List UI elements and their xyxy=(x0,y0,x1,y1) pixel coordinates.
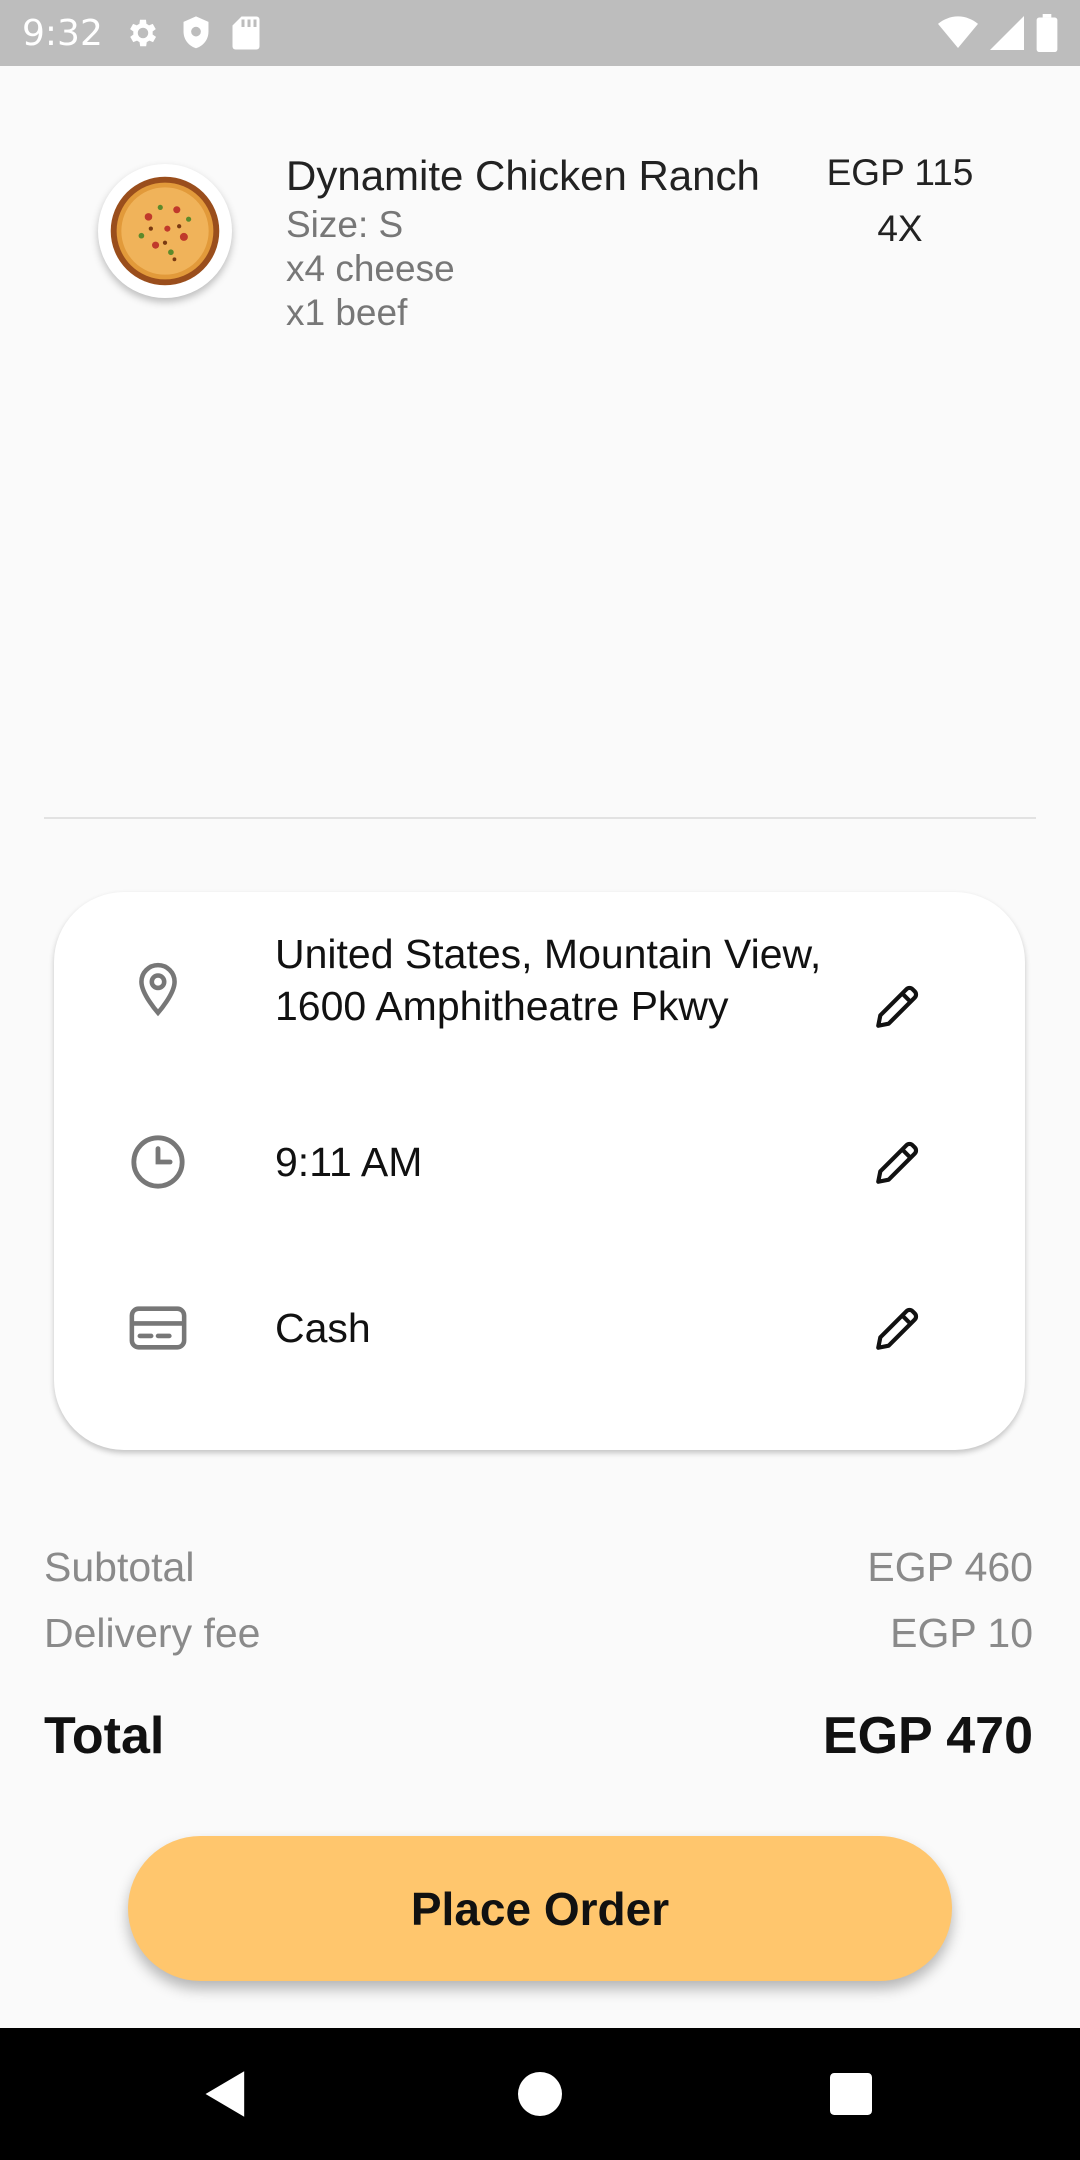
edit-payment-button[interactable] xyxy=(862,1294,932,1364)
total-row: Total EGP 470 xyxy=(44,1706,1033,1766)
cart-item[interactable]: Dynamite Chicken Ranch Size: S x4 cheese… xyxy=(0,150,1080,370)
back-triangle-icon xyxy=(205,2071,245,2117)
divider xyxy=(44,817,1036,819)
status-bar: 9:32 xyxy=(0,0,1080,66)
item-quantity: 4X xyxy=(877,208,923,249)
total-label: Total xyxy=(44,1707,165,1765)
item-extra: x1 beef xyxy=(286,292,408,333)
home-circle-icon xyxy=(518,2072,562,2116)
place-order-button[interactable]: Place Order xyxy=(128,1836,952,1981)
edit-time-button[interactable] xyxy=(862,1128,932,1198)
status-system-icons xyxy=(938,14,1058,52)
signal-icon xyxy=(990,16,1024,50)
delivery-fee-label: Delivery fee xyxy=(44,1610,261,1656)
address-text: United States, Mountain View, 1600 Amphi… xyxy=(275,931,822,1029)
sd-card-icon xyxy=(231,15,261,51)
back-button[interactable] xyxy=(166,2028,286,2160)
item-price: EGP 115 xyxy=(826,152,974,193)
subtotal-value: EGP 460 xyxy=(867,1544,1033,1590)
pencil-icon xyxy=(876,1307,919,1350)
recents-button[interactable] xyxy=(791,2028,911,2160)
credit-card-icon xyxy=(124,1294,192,1362)
item-size: Size: S xyxy=(286,204,404,245)
wifi-icon xyxy=(938,16,978,50)
home-button[interactable] xyxy=(480,2028,600,2160)
pencil-icon xyxy=(876,985,919,1028)
clock-icon xyxy=(124,1128,192,1196)
status-notification-icons xyxy=(125,15,261,51)
location-pin-icon xyxy=(124,956,192,1024)
subtotal-label: Subtotal xyxy=(44,1544,195,1590)
status-left: 9:32 xyxy=(22,13,261,54)
order-details-card: United States, Mountain View, 1600 Amphi… xyxy=(54,892,1025,1450)
pizza-icon xyxy=(98,164,232,298)
delivery-time-text: 9:11 AM xyxy=(275,1139,423,1185)
payment-method-text: Cash xyxy=(275,1305,371,1351)
battery-icon xyxy=(1036,14,1058,52)
item-extra: x4 cheese xyxy=(286,248,455,289)
recents-square-icon xyxy=(830,2073,872,2115)
navigation-bar xyxy=(0,2028,1080,2160)
subtotal-row: Subtotal EGP 460 xyxy=(44,1544,1033,1591)
edit-address-button[interactable] xyxy=(862,972,932,1042)
delivery-fee-row: Delivery fee EGP 10 xyxy=(44,1610,1033,1657)
total-value: EGP 470 xyxy=(822,1707,1033,1765)
pencil-icon xyxy=(876,1141,919,1184)
item-name: Dynamite Chicken Ranch xyxy=(286,152,760,199)
delivery-fee-value: EGP 10 xyxy=(890,1610,1033,1656)
shield-icon xyxy=(179,15,213,51)
status-time: 9:32 xyxy=(22,12,103,54)
gear-icon xyxy=(125,15,161,51)
